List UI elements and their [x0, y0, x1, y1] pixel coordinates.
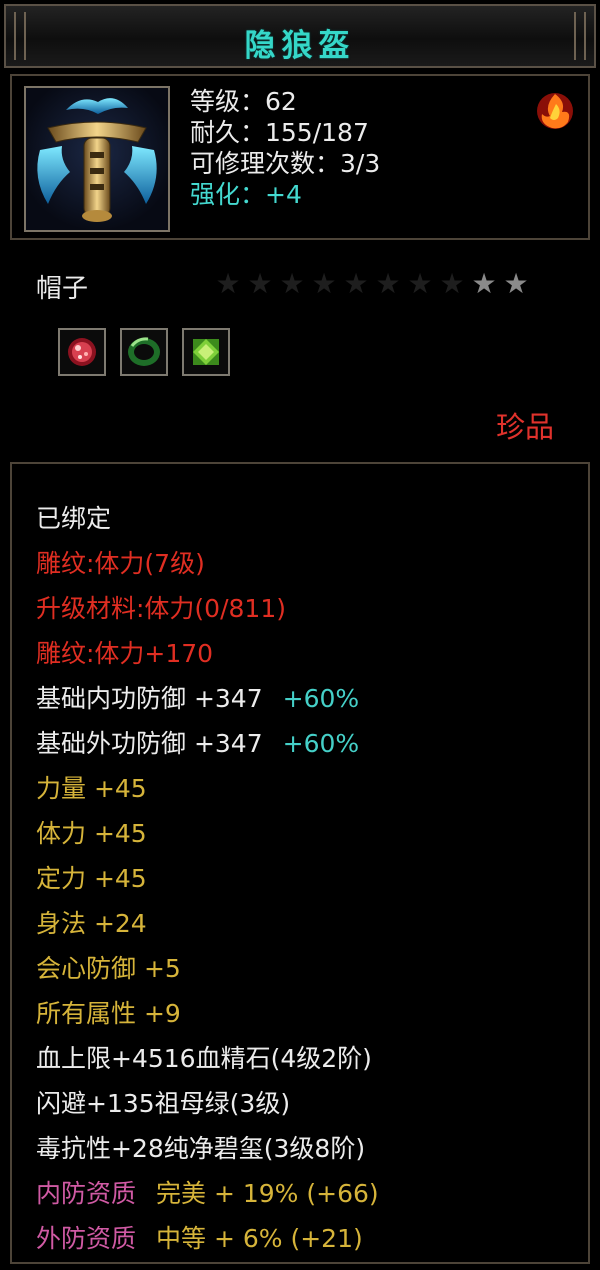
star-icon: ★ [407, 267, 433, 300]
attribute-line: 雕纹:体力+170 [36, 631, 379, 676]
item-summary-panel: 等级：62 耐久：155/187 可修理次数：3/3 强化：+4 [10, 74, 590, 240]
durability-stat: 耐久：155/187 [190, 118, 369, 147]
attribute-text: 定力 +45 [36, 864, 147, 893]
attribute-text: 外防资质 [36, 1224, 137, 1253]
title-bar-right-ornament [574, 12, 586, 60]
attribute-line: 基础外功防御 +347 +60% [36, 721, 379, 766]
attribute-line: 基础内功防御 +347 +60% [36, 676, 379, 721]
star-icon: ★ [375, 267, 401, 300]
star-icon: ★ [343, 267, 369, 300]
attribute-line: 内防资质 完美 + 19% (+66) [36, 1171, 379, 1216]
green-jade-icon[interactable] [120, 328, 168, 376]
attribute-line: 外防资质 中等 + 6% (+21) [36, 1216, 379, 1261]
star-icon: ★ [471, 267, 497, 300]
attribute-line: 已绑定 [36, 496, 379, 541]
title-bar: 隐狼盔 [4, 4, 596, 68]
attribute-line: 毒抗性+28纯净碧玺(3级8阶) [36, 1126, 379, 1171]
attribute-text: 会心防御 +5 [36, 954, 181, 983]
star-icon: ★ [503, 267, 529, 300]
attribute-line: 身法 +24 [36, 901, 379, 946]
attribute-text: 血上限+4516血精石(4级2阶) [36, 1044, 372, 1073]
helmet-icon [24, 86, 170, 232]
attribute-percent: +60% [282, 729, 360, 758]
attribute-line: 体力 +45 [36, 811, 379, 856]
attribute-line: 雕纹:体力(7级) [36, 541, 379, 586]
attribute-text: 基础内功防御 +347 [36, 684, 263, 713]
gem-slots [58, 328, 230, 376]
attribute-text: 闪避+135祖母绿(3级) [36, 1089, 291, 1118]
attributes-panel: 已绑定雕纹:体力(7级) 升级材料:体力(0/811) 雕纹:体力+170 基础内功防… [10, 462, 590, 1264]
attribute-text: 雕纹:体力(7级) [36, 549, 205, 578]
attribute-line: 血上限+4516血精石(4级2阶) [36, 1036, 379, 1081]
attribute-text: 体力 +45 [36, 819, 147, 848]
item-title: 隐狼盔 [244, 28, 356, 64]
item-tooltip: 隐狼盔 等级：62 耐久：155/187 可修理次数：3/3 强化：+4 帽子 … [0, 0, 600, 1270]
attribute-text: 基础外功防御 +347 [36, 729, 263, 758]
attribute-text: 身法 +24 [36, 909, 147, 938]
attribute-line: 力量 +45 [36, 766, 379, 811]
attribute-line: 会心防御 +5 [36, 946, 379, 991]
attribute-text: 毒抗性+28纯净碧玺(3级8阶) [36, 1134, 366, 1163]
attribute-line: 闪避+135祖母绿(3级) [36, 1081, 379, 1126]
fire-emblem-icon [532, 88, 578, 134]
attribute-percent: +60% [282, 684, 360, 713]
attribute-text: 已绑定 [36, 504, 112, 533]
enhance-stat: 强化：+4 [190, 180, 302, 209]
green-crystal-icon[interactable] [182, 328, 230, 376]
attribute-text: 内防资质 [36, 1179, 137, 1208]
attribute-text: 升级材料:体力(0/811) [36, 594, 286, 623]
attribute-quality-value: 完美 + 19% (+66) [156, 1179, 379, 1208]
rarity-label: 珍品 [495, 410, 554, 444]
star-icon: ★ [279, 267, 305, 300]
attribute-quality-value: 中等 + 6% (+21) [156, 1224, 363, 1253]
level-stat: 等级：62 [190, 87, 297, 116]
attribute-list: 已绑定雕纹:体力(7级) 升级材料:体力(0/811) 雕纹:体力+170 基础内功防… [36, 496, 379, 1261]
repair-count-stat: 可修理次数：3/3 [190, 149, 381, 178]
attribute-line: 定力 +45 [36, 856, 379, 901]
attribute-text: 力量 +45 [36, 774, 147, 803]
stats-block: 等级：62 耐久：155/187 可修理次数：3/3 强化：+4 [190, 86, 380, 210]
attribute-text: 雕纹:体力+170 [36, 639, 214, 668]
attribute-text: 所有属性 +9 [36, 999, 181, 1028]
star-icon: ★ [247, 267, 273, 300]
red-gem-icon[interactable] [58, 328, 106, 376]
star-icon: ★ [311, 267, 337, 300]
star-rating: ★ ★ ★ ★ ★ ★ ★ ★ ★ ★ [212, 270, 532, 298]
attribute-line: 升级材料:体力(0/811) [36, 586, 379, 631]
item-type-label: 帽子 [36, 274, 89, 304]
star-icon: ★ [215, 267, 241, 300]
star-icon: ★ [439, 267, 465, 300]
attribute-line: 所有属性 +9 [36, 991, 379, 1036]
